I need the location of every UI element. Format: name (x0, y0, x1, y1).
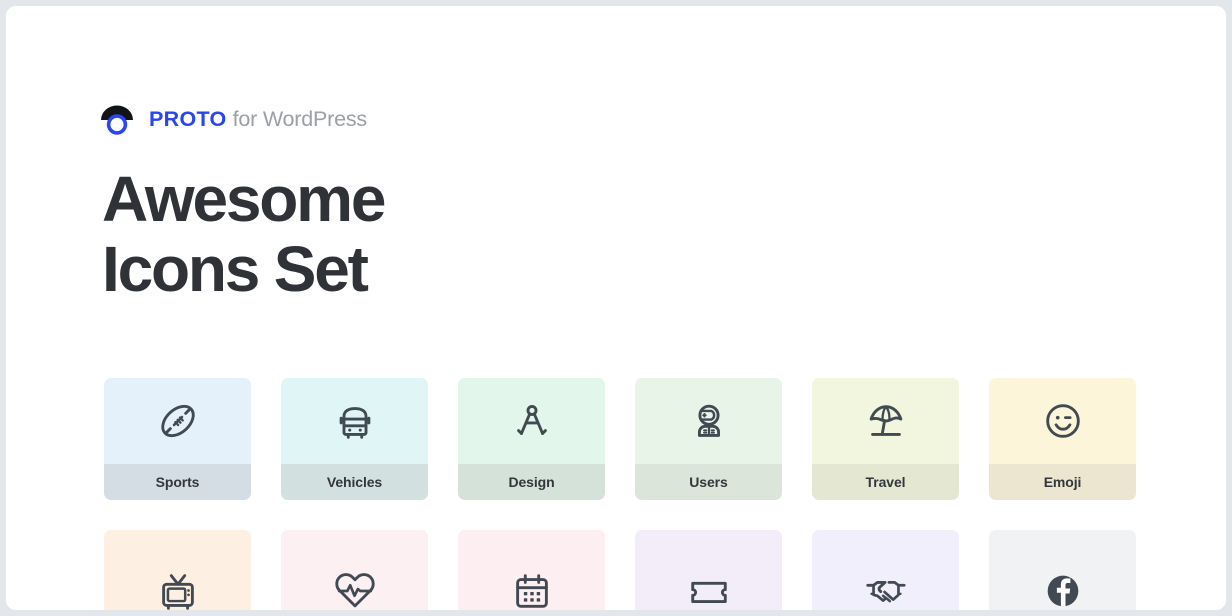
icon-card-body (989, 378, 1136, 464)
app-window: PROTO for WordPress Awesome Icons Set Sp… (6, 6, 1226, 610)
icon-card-label: Vehicles (281, 464, 428, 500)
icon-card-body (989, 530, 1136, 610)
icon-card[interactable] (458, 530, 605, 610)
heart-pulse-icon (332, 568, 378, 610)
icon-card-body (281, 530, 428, 610)
icon-card-body (104, 378, 251, 464)
brand-logo[interactable]: PROTO for WordPress (98, 100, 367, 140)
icon-card[interactable]: Travel (812, 378, 959, 500)
proto-dome-circle-logo-icon (101, 105, 133, 135)
icon-card[interactable]: Sports (104, 378, 251, 500)
icon-card[interactable]: Emoji (989, 378, 1136, 500)
icon-card[interactable]: Design (458, 378, 605, 500)
icon-card-body (458, 530, 605, 610)
icon-card[interactable] (989, 530, 1136, 610)
brand-suffix: for WordPress (232, 107, 368, 132)
facebook-icon (1040, 568, 1086, 610)
icon-card-body (458, 378, 605, 464)
brand-text: PROTO for WordPress (149, 109, 367, 131)
icon-card-body (281, 378, 428, 464)
brand-name: PROTO (149, 107, 227, 132)
icon-card-label: Sports (104, 464, 251, 500)
icon-card[interactable] (812, 530, 959, 610)
icon-card[interactable]: Vehicles (281, 378, 428, 500)
calendar-icon (509, 568, 555, 610)
icon-card-label: Users (635, 464, 782, 500)
icon-card-body (635, 530, 782, 610)
icon-card[interactable]: Users (635, 378, 782, 500)
icon-card-body (812, 530, 959, 610)
icon-card-label: Travel (812, 464, 959, 500)
football-icon (155, 398, 201, 444)
icon-card-label: Design (458, 464, 605, 500)
handshake-icon (863, 568, 909, 610)
icon-card-body (635, 378, 782, 464)
icon-card-body (812, 378, 959, 464)
icon-card[interactable] (281, 530, 428, 610)
icon-card-label: Emoji (989, 464, 1136, 500)
astronaut-user-icon (686, 398, 732, 444)
beach-umbrella-icon (863, 398, 909, 444)
ticket-icon (686, 568, 732, 610)
retro-tv-icon (155, 568, 201, 610)
icon-card-body (104, 530, 251, 610)
compass-icon (509, 398, 555, 444)
winking-smiley-icon (1040, 398, 1086, 444)
icon-card-grid: Sports Vehicles Design Users Travel Emoji (104, 378, 1138, 610)
page-title: Awesome Icons Set (102, 164, 722, 305)
icon-card[interactable] (635, 530, 782, 610)
icon-card[interactable] (104, 530, 251, 610)
page-title-line-2: Icons Set (102, 233, 369, 306)
bus-icon (332, 398, 378, 444)
page-title-line-1: Awesome (102, 163, 386, 235)
